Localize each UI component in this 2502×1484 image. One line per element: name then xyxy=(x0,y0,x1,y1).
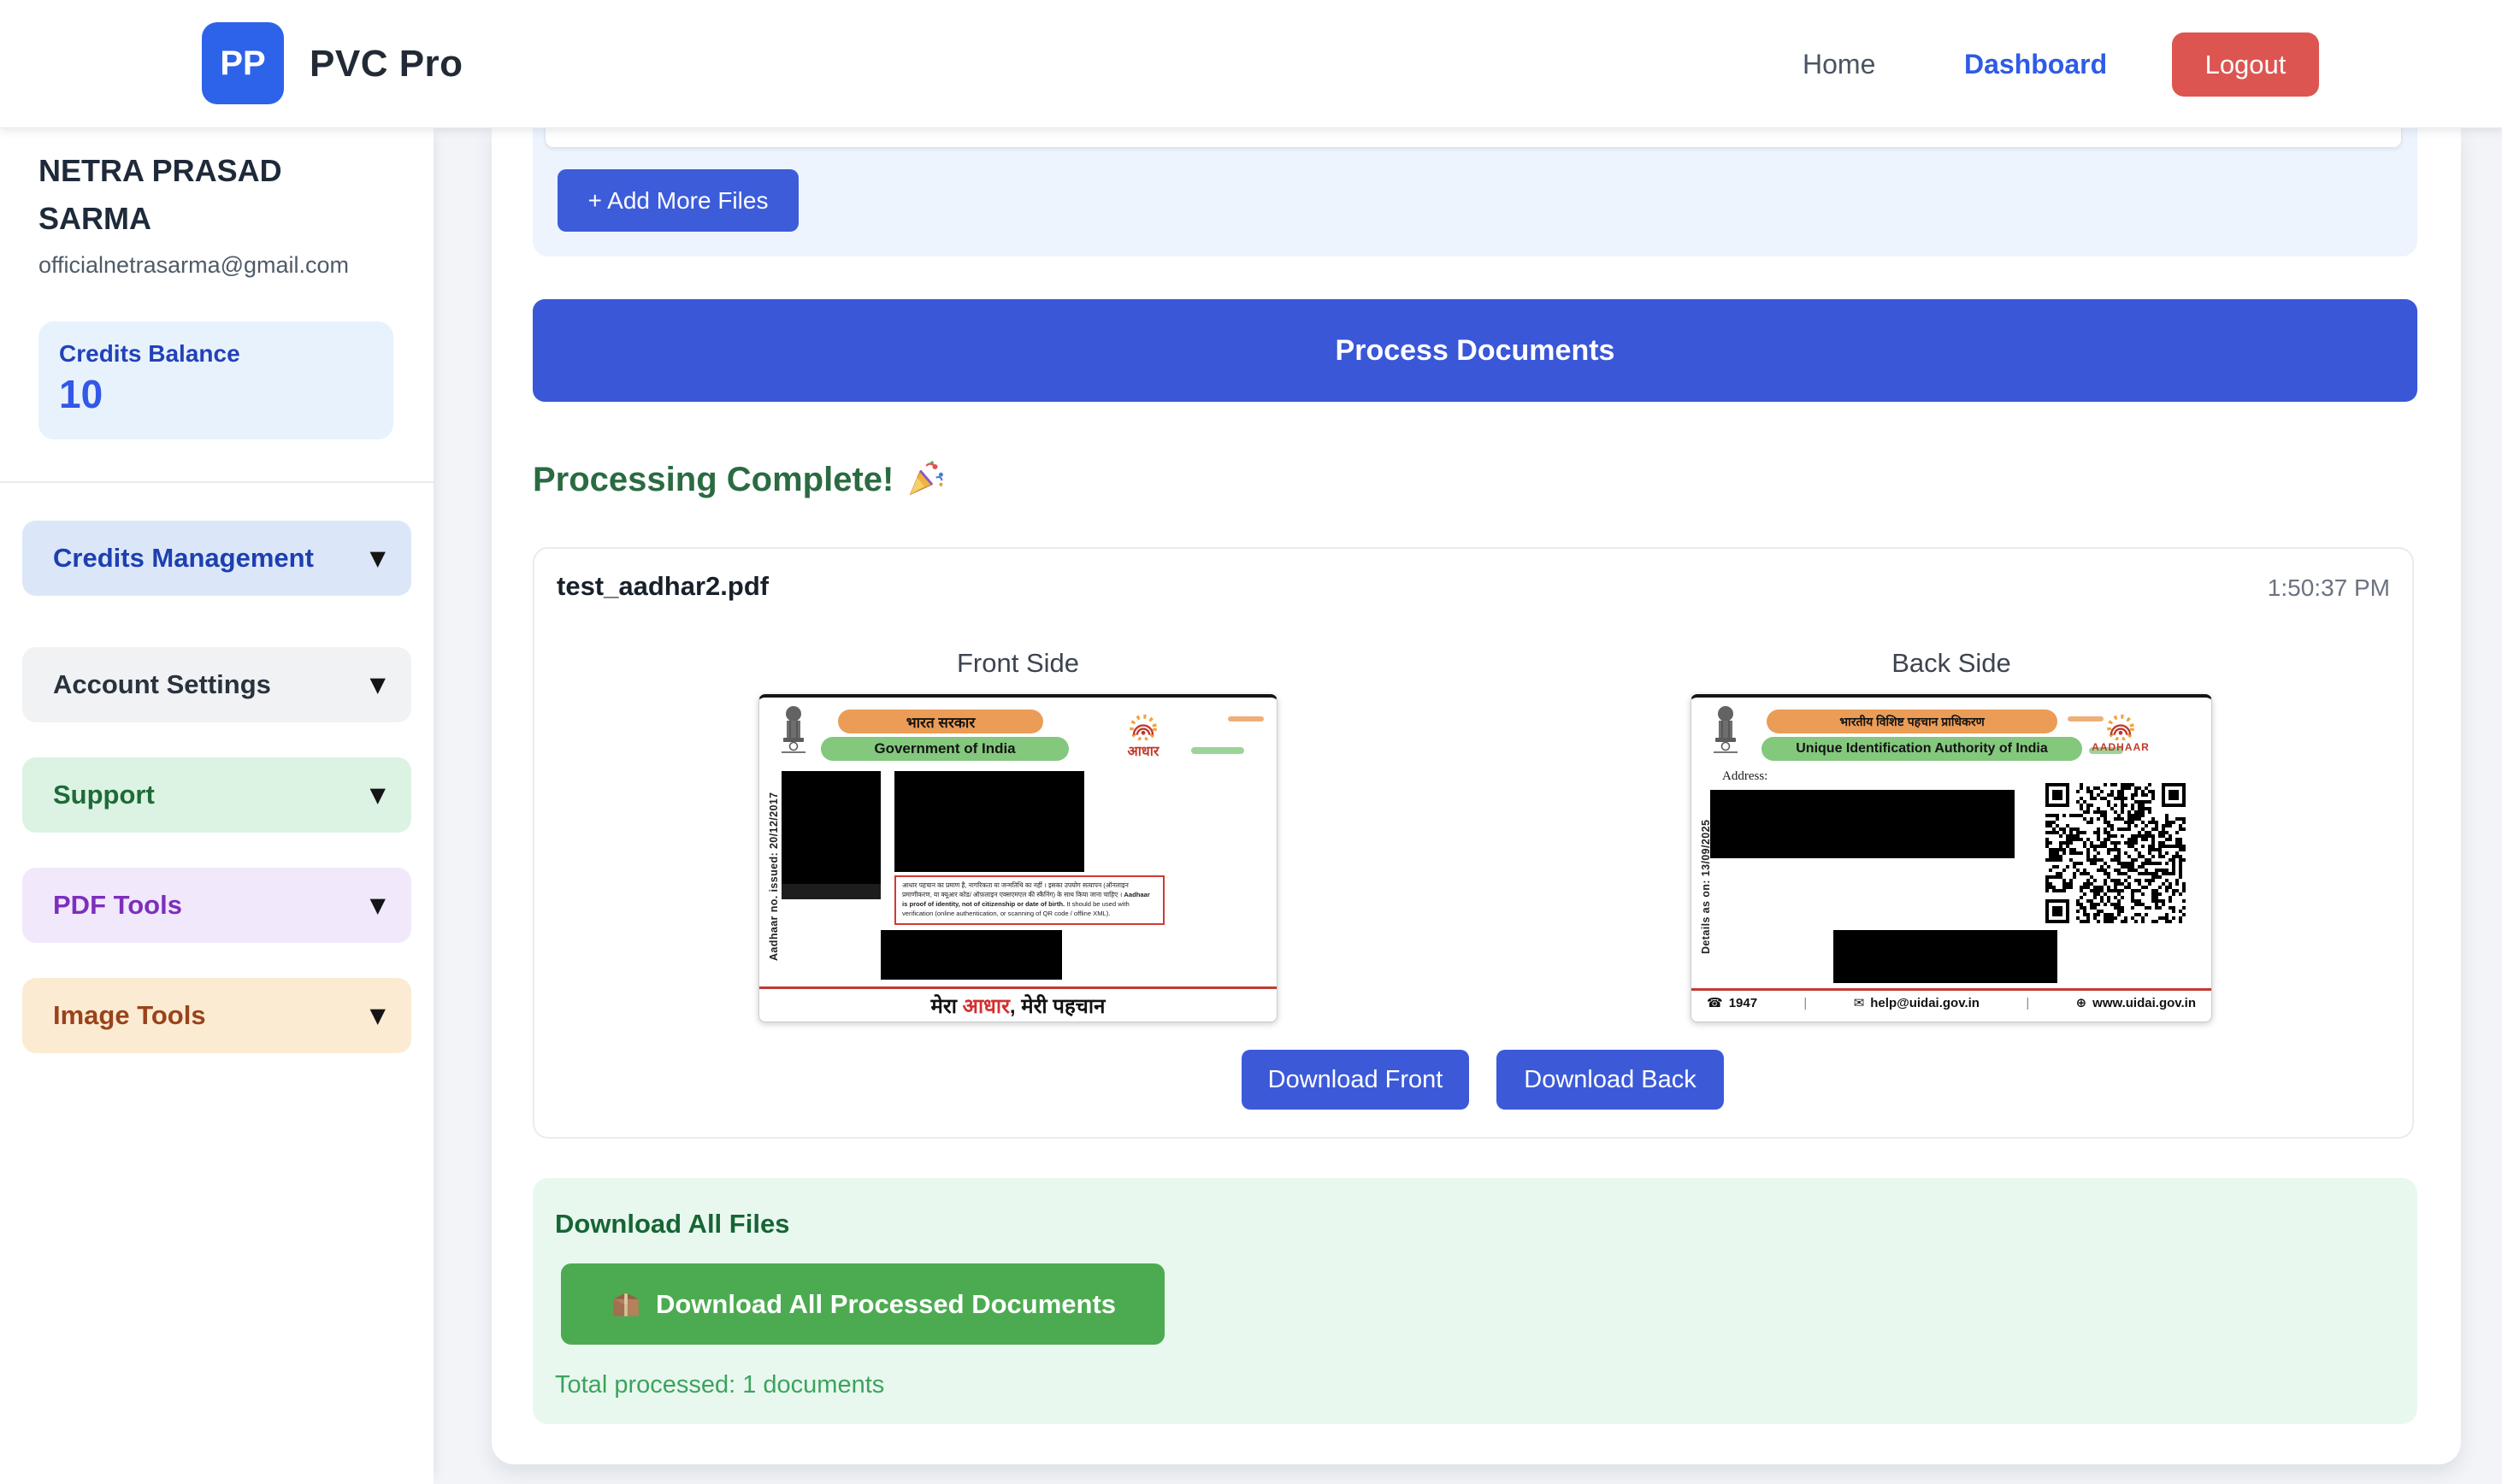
sidebar-item-image-tools[interactable]: Image Tools ▼ xyxy=(22,978,411,1053)
add-more-files-button[interactable]: + Add More Files xyxy=(558,169,799,232)
phone-number: 1947 xyxy=(1729,996,1757,1010)
mail-icon: ✉ xyxy=(1854,995,1865,1010)
govt-english-banner: Government of India xyxy=(821,737,1069,761)
slogan-part: , मेरी पहचान xyxy=(1010,995,1106,1018)
photo-fragment xyxy=(782,884,881,899)
upload-panel: + Add More Files xyxy=(533,128,2417,256)
chevron-down-icon: ▼ xyxy=(370,546,386,570)
aadhaar-slogan: मेरा आधार, मेरी पहचान xyxy=(759,992,1277,1020)
package-icon xyxy=(610,1288,642,1321)
app-logo-text: PP xyxy=(220,44,265,83)
party-popper-icon xyxy=(906,460,945,499)
credits-balance-label: Credits Balance xyxy=(59,340,240,368)
address-label: Address: xyxy=(1722,769,1767,784)
download-all-panel: Download All Files Download All Processe… xyxy=(533,1178,2417,1424)
contact-separator: | xyxy=(2026,996,2029,1010)
divider-line xyxy=(759,986,1277,989)
phone-contact: ☎ 1947 xyxy=(1707,995,1757,1010)
user-name: NETRA PRASAD SARMA xyxy=(38,147,389,243)
download-all-button-label: Download All Processed Documents xyxy=(656,1289,1116,1320)
authority-hindi-banner: भारतीय विशिष्ट पहचान प्राधिकरण xyxy=(1767,710,2057,733)
authority-english-banner: Unique Identification Authority of India xyxy=(1761,737,2082,761)
processing-complete-text: Processing Complete! xyxy=(533,461,894,499)
redacted-address xyxy=(1710,790,2015,858)
redacted-details xyxy=(894,771,1084,872)
chevron-down-icon: ▼ xyxy=(370,783,386,807)
uidai-email: help@uidai.gov.in xyxy=(1870,996,1980,1010)
nav-link-home[interactable]: Home xyxy=(1803,0,1875,128)
process-documents-button[interactable]: Process Documents xyxy=(533,299,2417,402)
logout-button[interactable]: Logout xyxy=(2172,32,2319,97)
globe-icon: ⊕ xyxy=(2076,995,2087,1010)
chevron-down-icon: ▼ xyxy=(370,1004,386,1028)
sidebar-divider xyxy=(0,481,434,483)
sidebar-item-pdf-tools[interactable]: PDF Tools ▼ xyxy=(22,868,411,943)
file-input-remnant[interactable] xyxy=(545,128,2402,148)
result-timestamp: 1:50:37 PM xyxy=(2268,574,2390,602)
download-all-button[interactable]: Download All Processed Documents xyxy=(561,1263,1165,1345)
aadhaar-logo-icon: आधार xyxy=(1113,708,1173,760)
front-side-label: Front Side xyxy=(758,648,1278,679)
sidebar-item-label: Support xyxy=(53,780,155,810)
sidebar-item-credits-management[interactable]: Credits Management ▼ xyxy=(22,521,411,596)
download-back-button[interactable]: Download Back xyxy=(1496,1050,1724,1110)
sidebar: NETRA PRASAD SARMA officialnetrasarma@gm… xyxy=(0,128,434,1484)
dashboard-main-card: + Add More Files Process Documents Proce… xyxy=(492,128,2461,1464)
govt-hindi-banner: भारत सरकार xyxy=(838,710,1043,733)
qr-code xyxy=(2045,783,2186,923)
redacted-photo xyxy=(782,771,881,884)
brush-tail xyxy=(1228,716,1264,721)
slogan-part: मेरा xyxy=(931,995,963,1018)
app-logo: PP xyxy=(202,22,284,104)
processing-complete-heading: Processing Complete! xyxy=(533,460,945,499)
website-contact: ⊕ www.uidai.gov.in xyxy=(2076,995,2196,1010)
uidai-contact-row: ☎ 1947 | ✉ help@uidai.gov.in | ⊕ www.uid… xyxy=(1707,995,2196,1010)
aadhaar-disclaimer: आधार पहचान का प्रमाण है, नागरिकता या जन्… xyxy=(894,875,1165,925)
sidebar-item-label: Image Tools xyxy=(53,1000,206,1031)
redacted-aadhaar-number xyxy=(881,930,1062,980)
download-all-heading: Download All Files xyxy=(555,1209,789,1240)
total-processed-text: Total processed: 1 documents xyxy=(555,1371,884,1399)
sidebar-item-label: Credits Management xyxy=(53,543,314,574)
phone-icon: ☎ xyxy=(1707,995,1723,1010)
app-title: PVC Pro xyxy=(310,0,463,128)
result-filename: test_aadhar2.pdf xyxy=(557,571,769,602)
aadhaar-issued-vertical-text: Aadhaar no. issued: 20/12/2017 xyxy=(768,756,780,961)
aadhaar-back-preview: Details as on: 13/09/2025 भारतीय विशिष्ट… xyxy=(1691,694,2212,1022)
processed-document-card: test_aadhar2.pdf 1:50:37 PM Front Side B… xyxy=(533,547,2414,1139)
sidebar-item-label: Account Settings xyxy=(53,669,271,700)
brush-tail xyxy=(1191,747,1244,754)
disclaimer-hindi: आधार पहचान का प्रमाण है, नागरिकता या जन्… xyxy=(902,881,1129,898)
top-navbar: PP PVC Pro Home Dashboard Logout xyxy=(0,0,2502,128)
chevron-down-icon: ▼ xyxy=(370,893,386,917)
sidebar-item-label: PDF Tools xyxy=(53,890,182,921)
aadhaar-logo-icon: AADHAAR xyxy=(2086,708,2155,753)
contact-separator: | xyxy=(1803,996,1807,1010)
redacted-aadhaar-number xyxy=(1833,930,2057,983)
sidebar-item-account-settings[interactable]: Account Settings ▼ xyxy=(22,647,411,722)
aadhaar-logo-text: आधार xyxy=(1113,741,1173,760)
user-email: officialnetrasarma@gmail.com xyxy=(38,252,349,279)
uidai-website: www.uidai.gov.in xyxy=(2092,996,2196,1010)
nav-link-dashboard[interactable]: Dashboard xyxy=(1964,0,2107,128)
india-emblem-icon xyxy=(1708,704,1743,754)
chevron-down-icon: ▼ xyxy=(370,673,386,697)
sidebar-item-support[interactable]: Support ▼ xyxy=(22,757,411,833)
email-contact: ✉ help@uidai.gov.in xyxy=(1854,995,1980,1010)
aadhaar-front-preview: Aadhaar no. issued: 20/12/2017 भारत सरका… xyxy=(758,694,1278,1022)
credits-balance-card: Credits Balance 10 xyxy=(38,321,393,439)
credits-balance-value: 10 xyxy=(59,371,103,417)
download-front-button[interactable]: Download Front xyxy=(1242,1050,1469,1110)
slogan-highlight: आधार xyxy=(963,995,1010,1018)
divider-line xyxy=(1691,988,2211,991)
aadhaar-logo-text: AADHAAR xyxy=(2086,741,2155,753)
back-side-label: Back Side xyxy=(1691,648,2212,679)
india-emblem-icon xyxy=(776,704,811,754)
